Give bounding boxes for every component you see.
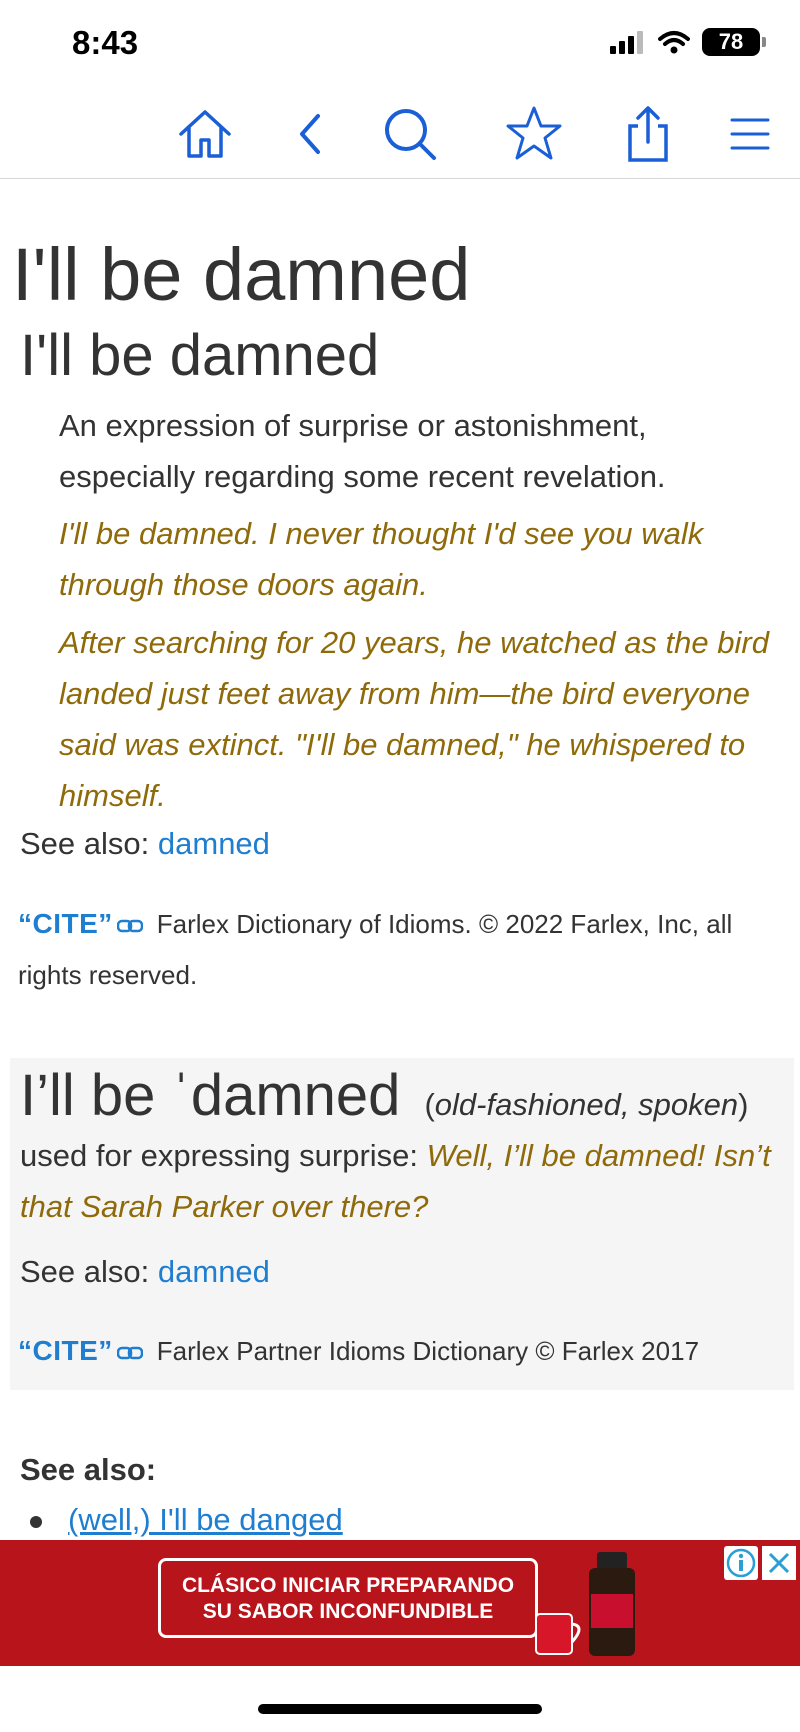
ad-banner[interactable]: CLÁSICO INICIAR PREPARANDO SU SABOR INCO… bbox=[0, 1540, 800, 1666]
search-icon[interactable] bbox=[378, 102, 442, 166]
toolbar bbox=[0, 88, 800, 179]
see-also: See also: damned bbox=[20, 1254, 270, 1290]
see-also-link-damned[interactable]: damned bbox=[158, 826, 270, 861]
ad-line-1[interactable]: CLÁSICO INICIAR PREPARANDO bbox=[161, 1573, 535, 1599]
signal-icon bbox=[610, 31, 643, 54]
cite-link[interactable]: “CITE” bbox=[18, 1335, 144, 1366]
see-also-label: See also: bbox=[20, 826, 150, 861]
ad-line-2[interactable]: SU SABOR INCONFUNDIBLE bbox=[161, 1599, 535, 1625]
see-also-label: See also: bbox=[20, 1254, 150, 1289]
home-indicator[interactable] bbox=[258, 1704, 542, 1714]
bullet bbox=[30, 1515, 42, 1528]
close-icon[interactable] bbox=[762, 1546, 796, 1580]
wifi-icon bbox=[658, 31, 690, 54]
status-icons: 78 bbox=[610, 28, 766, 56]
ad-info-button[interactable] bbox=[724, 1546, 758, 1580]
share-icon[interactable] bbox=[616, 102, 680, 166]
see-also: See also: damned bbox=[20, 826, 270, 862]
entry2: I’ll be ˈdamned (old-fashioned, spoken) u… bbox=[20, 1063, 771, 1225]
citation: “CITE” Farlex Partner Idioms Dictionary ©… bbox=[18, 1325, 788, 1377]
info-icon[interactable] bbox=[724, 1546, 758, 1580]
star-icon[interactable] bbox=[502, 102, 566, 166]
coffee-jar-icon bbox=[589, 1552, 635, 1656]
see-also-link-damned[interactable]: damned bbox=[158, 1254, 270, 1289]
cite-link[interactable]: “CITE” bbox=[18, 908, 144, 939]
link-icon[interactable] bbox=[116, 1346, 144, 1360]
example-sentence: I'll be damned. I never thought I'd see … bbox=[59, 516, 704, 602]
status-time: 8:43 bbox=[72, 24, 139, 61]
cite-label[interactable]: “CITE” bbox=[18, 908, 113, 939]
entry2-definition: used for expressing surprise: bbox=[20, 1138, 419, 1173]
entry2-headword: I’ll be ˈdamned bbox=[20, 1063, 401, 1128]
status-bar: 8:43 78 bbox=[0, 0, 800, 88]
cite-source-text: Farlex Partner Idioms Dictionary © Farle… bbox=[156, 1336, 700, 1366]
battery-level: 78 bbox=[718, 29, 744, 54]
entry-headword: I'll be damned bbox=[20, 323, 380, 388]
citation: “CITE” Farlex Dictionary of Idioms. © 202… bbox=[18, 898, 788, 1001]
ad-close-button[interactable] bbox=[762, 1546, 796, 1580]
menu-icon[interactable] bbox=[718, 102, 782, 166]
link-icon[interactable] bbox=[116, 919, 144, 933]
battery-icon: 78 bbox=[702, 28, 766, 56]
coffee-cup-icon bbox=[535, 1613, 581, 1655]
home-icon[interactable] bbox=[173, 102, 237, 166]
list-item[interactable]: (well,) I'll be danged bbox=[30, 1502, 343, 1538]
see-also-item-link[interactable]: (well,) I'll be danged bbox=[68, 1502, 343, 1537]
definition-text: An expression of surprise or astonishmen… bbox=[59, 408, 666, 494]
example-sentence: After searching for 20 years, he watched… bbox=[59, 625, 769, 813]
see-also-heading: See also: bbox=[20, 1452, 157, 1487]
usage-label: old-fashioned, spoken bbox=[434, 1087, 739, 1122]
cite-label[interactable]: “CITE” bbox=[18, 1335, 113, 1366]
page-title: I'll be damned bbox=[12, 233, 471, 316]
back-icon[interactable] bbox=[278, 102, 342, 166]
ad-text-bubble[interactable]: CLÁSICO INICIAR PREPARANDO SU SABOR INCO… bbox=[158, 1558, 538, 1638]
